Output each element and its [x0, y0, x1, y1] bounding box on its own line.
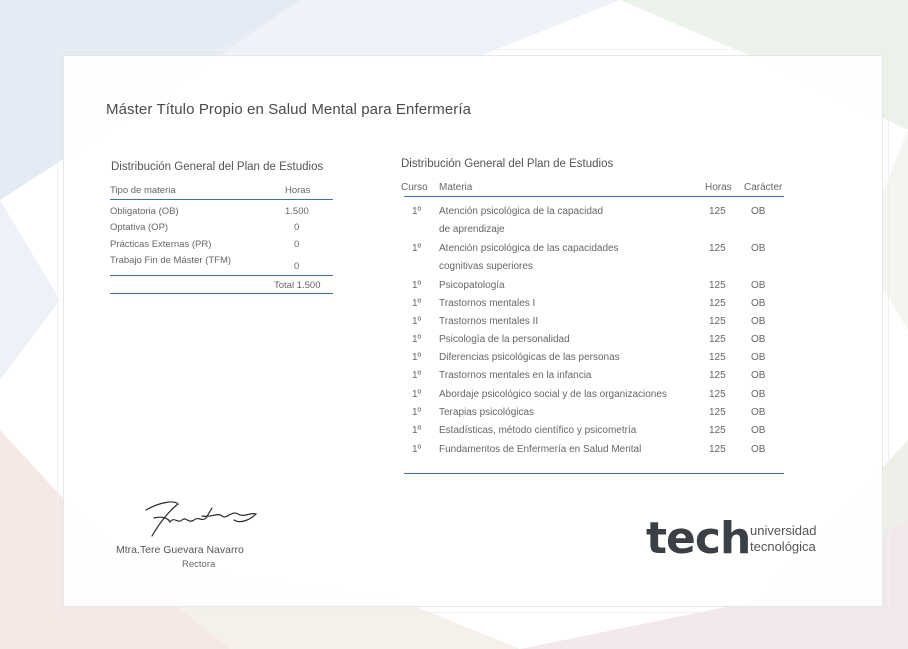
row-hours: 0 [294, 261, 300, 272]
program-title: Máster Título Propio en Salud Mental par… [106, 101, 472, 118]
total-rule-bottom [110, 293, 333, 294]
logo-wordmark: tech [646, 513, 751, 564]
col-course-header: Curso [401, 182, 428, 193]
row-course: 1º [412, 243, 422, 254]
logo-line-2: tecnológica [750, 539, 816, 554]
logo-word-text: tech [646, 513, 751, 564]
row-course: 1º [412, 206, 422, 217]
certificate-page: Máster Título Propio en Salud Mental par… [0, 0, 908, 649]
row-hours: 0 [294, 239, 300, 250]
row-hours: 125 [709, 206, 726, 217]
row-hours: 125 [709, 280, 726, 291]
row-course: 1º [412, 280, 422, 291]
row-course: 1º [412, 425, 422, 436]
row-type: OB [751, 298, 766, 309]
subjects-table: Curso Materia Horas Carácter 1º Atención… [401, 182, 784, 477]
row-course: 1º [412, 389, 422, 400]
logo-line-1: universidad [750, 523, 817, 538]
row-type: OB [751, 407, 766, 418]
row-subject-continued: de aprendizaje [439, 224, 505, 235]
table-bottom-rule [404, 473, 784, 474]
header-rule [404, 196, 784, 197]
row-course: 1º [412, 407, 422, 418]
row-hours: 125 [709, 352, 726, 363]
col-hours-header: Horas [705, 182, 732, 193]
row-subject: Psicopatología [439, 280, 505, 291]
row-hours: 125 [709, 334, 726, 345]
signature-image [145, 501, 258, 537]
row-hours: 125 [709, 243, 726, 254]
total-rule-top [110, 275, 333, 276]
signatory-name: Mtra.Tere Guevara Navarro [116, 544, 244, 556]
row-hours: 125 [709, 316, 726, 327]
row-type: OB [751, 444, 766, 455]
signatory-role: Rectora [182, 559, 216, 570]
row-course: 1º [412, 370, 422, 381]
row-course: 1º [412, 298, 422, 309]
row-hours: 1.500 [285, 206, 309, 217]
row-subject: Trastornos mentales en la infancia [439, 370, 592, 381]
row-course: 1º [412, 316, 422, 327]
total-hours: Total 1.500 [274, 280, 321, 291]
col-type-header: Carácter [744, 182, 783, 193]
row-subject: Terapias psicológicas [439, 407, 535, 418]
row-subject: Trastornos mentales I [439, 298, 536, 309]
row-type: OB [751, 243, 766, 254]
summary-table: Tipo de materia Horas Obligatoria (OB) 1… [110, 185, 333, 295]
row-hours: 125 [709, 298, 726, 309]
row-type: OB [751, 316, 766, 327]
col-hours-header: Horas [285, 185, 311, 196]
row-subject: Diferencias psicológicas de las personas [439, 352, 620, 363]
row-subject: Trastornos mentales II [439, 316, 539, 327]
row-subject: Atención psicológica de las capacidades [439, 243, 619, 254]
row-hours: 125 [709, 370, 726, 381]
row-subject: Estadísticas, método científico y psicom… [439, 425, 637, 436]
header-rule [110, 199, 333, 200]
row-hours: 0 [294, 222, 300, 233]
row-type: OB [751, 206, 766, 217]
row-type: Obligatoria (OB) [110, 206, 179, 217]
row-subject: Abordaje psicológico social y de las org… [439, 389, 667, 400]
row-type: OB [751, 334, 766, 345]
row-type: OB [751, 352, 766, 363]
row-subject: Fundamentos de Enfermería en Salud Menta… [439, 444, 642, 455]
row-type: Prácticas Externas (PR) [110, 239, 212, 250]
row-type: OB [751, 389, 766, 400]
row-hours: 125 [709, 389, 726, 400]
row-type: Trabajo Fin de Máster (TFM) [110, 255, 232, 266]
row-course: 1º [412, 444, 422, 455]
row-course: 1º [412, 352, 422, 363]
row-subject: Atención psicológica de la capacidad [439, 206, 603, 217]
row-hours: 125 [709, 407, 726, 418]
row-hours: 125 [709, 425, 726, 436]
subjects-heading: Distribución General del Plan de Estudio… [401, 158, 614, 170]
row-type: OB [751, 280, 766, 291]
row-type: OB [751, 425, 766, 436]
row-course: 1º [412, 334, 422, 345]
row-hours: 125 [709, 444, 726, 455]
row-subject: Psicología de la personalidad [439, 334, 570, 345]
col-type-header: Tipo de materia [110, 185, 176, 196]
col-subject-header: Materia [439, 182, 473, 193]
summary-heading: Distribución General del Plan de Estudio… [111, 161, 324, 173]
row-type: Optativa (OP) [110, 222, 169, 233]
row-subject-continued: cognitivas superiores [439, 261, 533, 272]
row-type: OB [751, 370, 766, 381]
